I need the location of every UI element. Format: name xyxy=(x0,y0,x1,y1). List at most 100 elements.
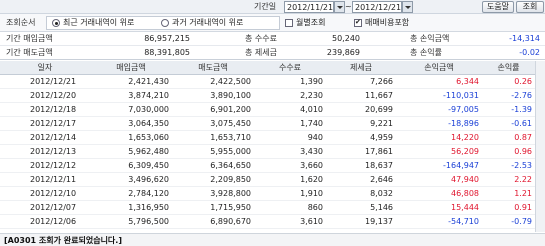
cell-fee: 3,430 xyxy=(300,147,323,156)
radio-recent-first[interactable] xyxy=(52,19,60,27)
period-sell-value: 88,391,805 xyxy=(144,48,190,57)
sort-order-label: 조회순서 xyxy=(6,18,36,27)
table-row[interactable]: 2012/12/18 7,030,000 6,901,200 4,010 20,699 -… xyxy=(0,104,545,117)
cell-tax: 2,646 xyxy=(370,175,393,184)
cell-fee: 3,660 xyxy=(300,161,323,170)
date-range-separator: ~ xyxy=(345,2,352,11)
total-rate-label: 총 손익률 xyxy=(410,48,442,57)
radio-past-first-label[interactable]: 과거 거래내역이 위로 xyxy=(172,17,243,29)
help-button[interactable]: 도움말 xyxy=(482,1,514,13)
cell-profit-loss: -164,947 xyxy=(443,161,479,170)
cell-profit-rate: 0.91 xyxy=(514,203,532,212)
cell-buy-amount: 6,309,450 xyxy=(128,161,169,170)
table-body: 2012/12/21 2,421,430 2,422,500 1,390 7,266 6,… xyxy=(0,76,545,232)
table-row[interactable]: 2012/12/11 3,496,620 2,209,850 1,620 2,646 47… xyxy=(0,174,545,187)
cell-sell-amount: 1,715,950 xyxy=(210,203,251,212)
radio-past-first[interactable] xyxy=(161,19,169,27)
summary-row: 기간 매입금액 86,957,215 총 수수료 50,240 총 손익금액 -… xyxy=(0,32,545,46)
cell-fee: 1,910 xyxy=(300,189,323,198)
cell-date: 2012/12/10 xyxy=(30,189,77,198)
total-fee-label: 총 수수료 xyxy=(245,34,277,43)
cell-fee: 860 xyxy=(307,203,323,212)
cell-tax: 20,699 xyxy=(365,105,393,114)
cell-profit-loss: 14,220 xyxy=(451,133,479,142)
table-row[interactable]: 2012/12/06 5,796,500 6,890,670 3,610 19,137 -… xyxy=(0,216,545,229)
total-rate-value: -0.02 xyxy=(519,48,540,57)
cell-date: 2012/12/12 xyxy=(30,161,77,170)
start-date-input[interactable]: 2012/11/21 xyxy=(284,1,334,13)
cell-date: 2012/12/21 xyxy=(30,77,77,86)
table-row[interactable]: 2012/12/12 6,309,450 6,364,650 3,660 18,637 -… xyxy=(0,160,545,173)
table-row[interactable]: 2012/12/17 3,064,350 3,075,450 1,740 9,221 -1… xyxy=(0,118,545,131)
cell-buy-amount: 1,653,060 xyxy=(128,133,169,142)
end-date-dropdown-icon[interactable] xyxy=(402,1,413,13)
cell-profit-loss: 56,209 xyxy=(451,147,479,156)
cell-buy-amount: 1,316,950 xyxy=(128,203,169,212)
cell-buy-amount: 7,030,000 xyxy=(128,105,169,114)
column-header-date[interactable]: 일자 xyxy=(0,61,90,75)
vertical-scrollbar[interactable] xyxy=(535,61,545,232)
period-sell-label: 기간 매도금액 xyxy=(6,48,53,57)
cell-buy-amount: 3,874,210 xyxy=(128,91,169,100)
monthly-query-label[interactable]: 월별조회 xyxy=(296,17,325,29)
cell-profit-rate: 1.21 xyxy=(514,189,532,198)
cell-buy-amount: 2,421,430 xyxy=(128,77,169,86)
table-row[interactable]: 2012/12/21 2,421,430 2,422,500 1,390 7,266 6,… xyxy=(0,76,545,89)
cell-buy-amount: 5,796,500 xyxy=(128,217,169,226)
cell-date: 2012/12/18 xyxy=(30,105,77,114)
cell-date: 2012/12/07 xyxy=(30,203,77,212)
total-tax-label: 총 제세금 xyxy=(245,48,277,57)
cell-sell-amount: 5,955,000 xyxy=(210,147,251,156)
column-header-buy[interactable]: 매입금액 xyxy=(90,61,172,75)
end-date-input[interactable]: 2012/12/21 xyxy=(352,1,402,13)
cell-tax: 9,221 xyxy=(370,119,393,128)
cell-sell-amount: 6,890,670 xyxy=(210,217,251,226)
column-header-tax[interactable]: 제세금 xyxy=(326,61,396,75)
radio-recent-first-label[interactable]: 최근 거래내역이 위로 xyxy=(63,17,134,29)
table-row[interactable]: 2012/12/20 3,874,210 3,890,100 2,230 11,667 -… xyxy=(0,90,545,103)
total-tax-value: 239,869 xyxy=(326,48,360,57)
cell-profit-rate: 2.22 xyxy=(514,175,532,184)
cell-profit-loss: 46,808 xyxy=(451,189,479,198)
cell-tax: 19,137 xyxy=(365,217,393,226)
cell-fee: 1,620 xyxy=(300,175,323,184)
start-date-dropdown-icon[interactable] xyxy=(334,1,345,13)
cell-sell-amount: 2,209,850 xyxy=(210,175,251,184)
table-row[interactable]: 2012/12/14 1,653,060 1,653,710 940 4,959 14,2… xyxy=(0,132,545,145)
query-button[interactable]: 조회 xyxy=(516,1,544,13)
top-toolbar: 기간일 2012/11/21 ~ 2012/12/21 도움말 조회 xyxy=(0,0,545,14)
cell-buy-amount: 2,784,120 xyxy=(128,189,169,198)
cell-sell-amount: 2,422,500 xyxy=(210,77,251,86)
table-row[interactable]: 2012/12/13 5,962,480 5,955,000 3,430 17,861 5… xyxy=(0,146,545,159)
summary-row: 기간 매도금액 88,391,805 총 제세금 239,869 총 손익률 -… xyxy=(0,46,545,60)
table-header: 일자 매입금액 매도금액 수수료 제세금 손익금액 손익률 xyxy=(0,61,545,75)
cell-profit-loss: -110,031 xyxy=(443,91,479,100)
cell-date: 2012/12/13 xyxy=(30,147,77,156)
cell-sell-amount: 3,928,800 xyxy=(210,189,251,198)
period-buy-value: 86,957,215 xyxy=(144,34,190,43)
cell-profit-rate: -2.53 xyxy=(511,161,532,170)
cell-date: 2012/12/20 xyxy=(30,91,77,100)
cell-tax: 7,266 xyxy=(370,77,393,86)
cell-profit-rate: -0.61 xyxy=(511,119,532,128)
cell-date: 2012/12/17 xyxy=(30,119,77,128)
table-row[interactable]: 2012/12/07 1,316,950 1,715,950 860 5,146 15,4… xyxy=(0,202,545,215)
column-header-rate[interactable]: 손익률 xyxy=(482,61,535,75)
cell-tax: 4,959 xyxy=(370,133,393,142)
cell-tax: 8,032 xyxy=(370,189,393,198)
monthly-query-checkbox[interactable] xyxy=(285,19,293,27)
column-header-fee[interactable]: 수수료 xyxy=(254,61,326,75)
column-header-sell[interactable]: 매도금액 xyxy=(172,61,254,75)
column-header-pl[interactable]: 손익금액 xyxy=(396,61,482,75)
include-fees-label[interactable]: 매매비용포함 xyxy=(365,17,409,29)
cell-profit-rate: -0.79 xyxy=(511,217,532,226)
cell-sell-amount: 3,890,100 xyxy=(210,91,251,100)
cell-profit-loss: 47,940 xyxy=(451,175,479,184)
cell-buy-amount: 5,962,480 xyxy=(128,147,169,156)
cell-date: 2012/12/11 xyxy=(30,175,77,184)
table-row[interactable]: 2012/12/10 2,784,120 3,928,800 1,910 8,032 46… xyxy=(0,188,545,201)
period-label: 기간일 xyxy=(254,2,277,11)
cell-fee: 4,010 xyxy=(300,105,323,114)
include-fees-checkbox[interactable] xyxy=(354,18,362,27)
cell-fee: 1,740 xyxy=(300,119,323,128)
